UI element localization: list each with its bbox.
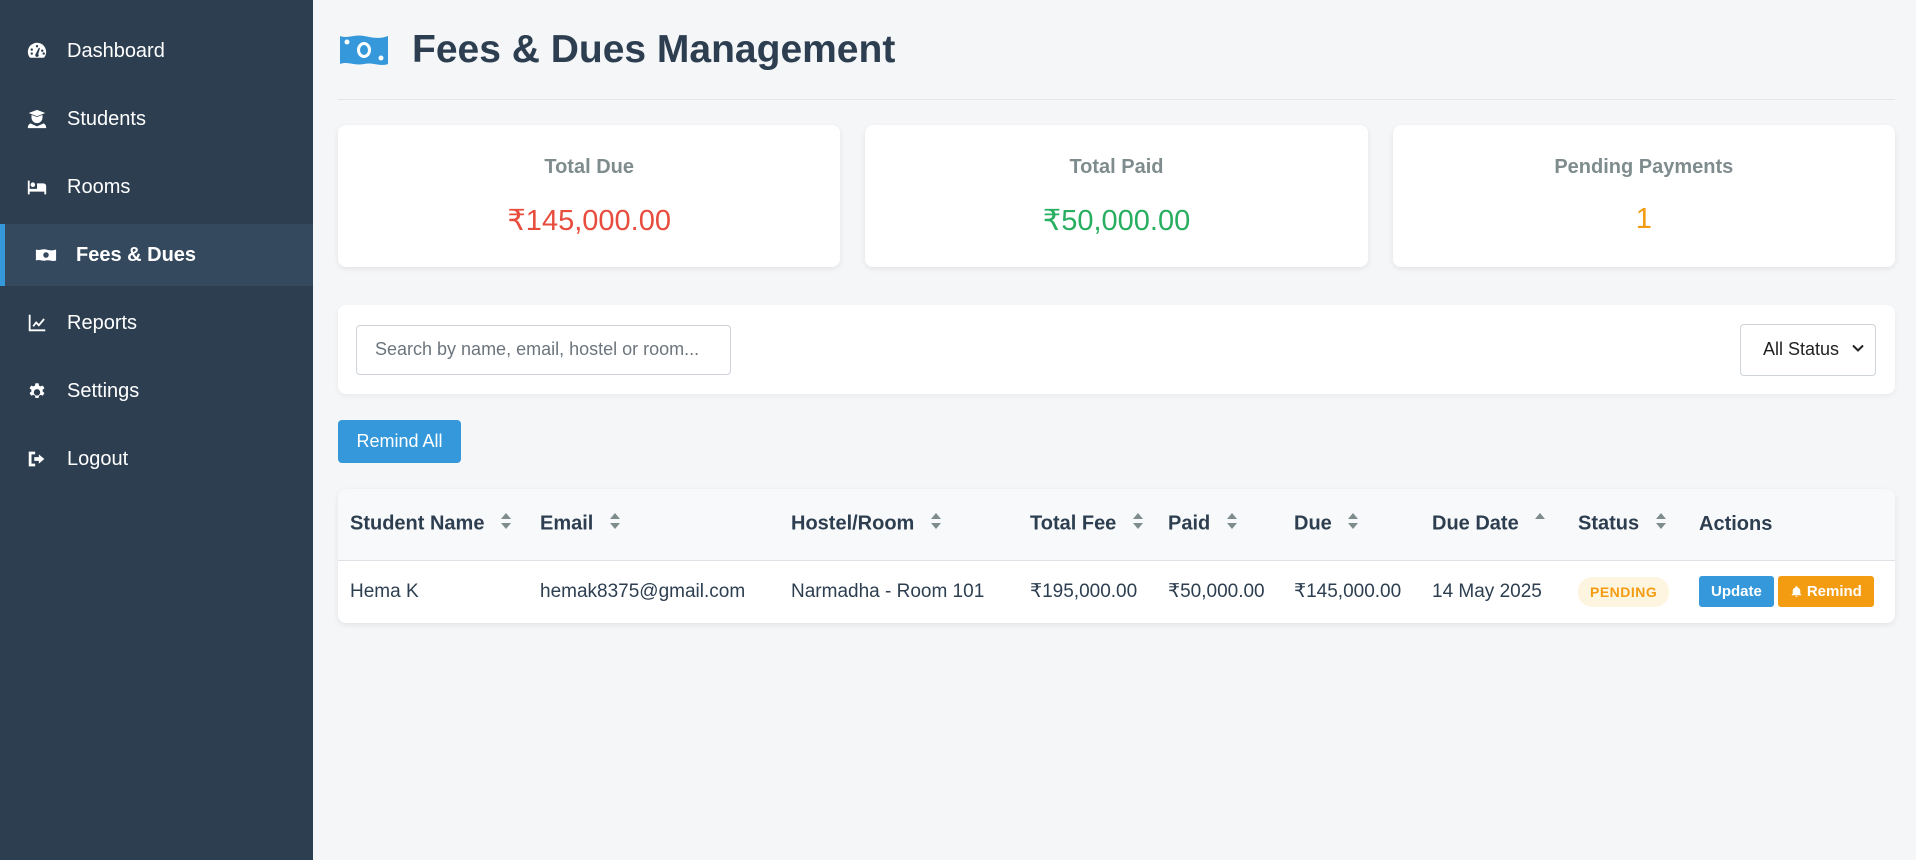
bell-icon <box>1791 586 1802 598</box>
column-header-email[interactable]: Email <box>528 489 779 561</box>
main-content: Fees & Dues Management Total Due ₹145,00… <box>313 0 1916 860</box>
total-paid-label: Total Paid <box>1069 156 1164 178</box>
money-bill-icon <box>338 32 390 68</box>
sidebar-item-fees-dues[interactable]: Fees & Dues <box>0 224 313 286</box>
column-header-paid[interactable]: Paid <box>1156 489 1282 561</box>
cell-actions: Update Remind <box>1687 560 1895 623</box>
column-header-total-fee[interactable]: Total Fee <box>1018 489 1156 561</box>
user-graduate-icon <box>25 107 49 131</box>
column-label: Actions <box>1699 512 1773 535</box>
remind-label: Remind <box>1806 583 1862 601</box>
pending-payments-card: Pending Payments 1 <box>1392 125 1895 267</box>
page-title: Fees & Dues Management <box>412 27 896 71</box>
cell-due: ₹145,000.00 <box>1294 581 1402 603</box>
total-paid-value: ₹50,000.00 <box>1042 205 1191 237</box>
update-button[interactable]: Update <box>1699 576 1774 608</box>
status-badge: PENDING <box>1578 576 1670 607</box>
column-header-hostel-room[interactable]: Hostel/Room <box>779 489 1018 561</box>
cell-total-fee: ₹195,000.00 <box>1030 581 1138 603</box>
column-label: Due Date <box>1432 512 1519 535</box>
column-label: Status <box>1578 512 1640 535</box>
column-label: Hostel/Room <box>791 512 915 535</box>
column-label: Paid <box>1168 512 1211 535</box>
pending-payments-value: 1 <box>1635 203 1652 235</box>
column-label: Email <box>540 512 594 535</box>
remind-all-button[interactable]: Remind All <box>338 420 461 463</box>
money-bill-icon <box>34 243 58 267</box>
sign-out-icon <box>25 447 49 471</box>
cell-email: hemak8375@gmail.com <box>540 580 746 602</box>
gear-icon <box>25 379 49 403</box>
column-label: Due <box>1294 512 1332 535</box>
sort-ascending-icon <box>1534 512 1546 536</box>
sidebar-item-label: Dashboard <box>67 39 165 62</box>
column-header-student-name[interactable]: Student Name <box>338 489 528 561</box>
sort-icon <box>1655 512 1667 536</box>
bed-icon <box>25 175 49 199</box>
column-header-due-date[interactable]: Due Date <box>1420 489 1566 561</box>
sort-icon <box>609 512 621 536</box>
fees-table: Student Name Email Hostel/Room Total Fee <box>338 489 1895 623</box>
sidebar-item-rooms[interactable]: Rooms <box>0 156 313 218</box>
sidebar-item-label: Settings <box>67 379 140 402</box>
pending-payments-label: Pending Payments <box>1554 156 1734 178</box>
cell-status: PENDING <box>1566 560 1687 623</box>
fees-table-container: Student Name Email Hostel/Room Total Fee <box>338 489 1895 623</box>
status-filter-select[interactable]: All Status <box>1740 323 1876 376</box>
sort-icon <box>1347 512 1359 536</box>
sidebar-item-label: Reports <box>67 311 138 334</box>
total-due-card: Total Due ₹145,000.00 <box>338 125 841 267</box>
sidebar-item-logout[interactable]: Logout <box>0 428 313 490</box>
sidebar-item-label: Students <box>67 107 146 130</box>
total-paid-card: Total Paid ₹50,000.00 <box>865 125 1368 267</box>
filter-bar: All Status <box>338 305 1895 394</box>
column-label: Student Name <box>350 512 485 535</box>
sidebar-item-dashboard[interactable]: Dashboard <box>0 20 313 82</box>
sidebar-item-reports[interactable]: Reports <box>0 292 313 354</box>
sidebar-item-settings[interactable]: Settings <box>0 360 313 422</box>
sidebar-item-label: Logout <box>67 447 129 470</box>
column-header-due[interactable]: Due <box>1282 489 1420 561</box>
sort-icon <box>930 512 942 536</box>
summary-cards: Total Due ₹145,000.00 Total Paid ₹50,000… <box>338 125 1895 267</box>
total-due-label: Total Due <box>544 156 634 178</box>
page-header: Fees & Dues Management <box>338 0 1895 100</box>
sort-icon <box>500 512 512 536</box>
chart-line-icon <box>25 311 49 335</box>
cell-due-date: 14 May 2025 <box>1432 580 1542 602</box>
status-filter-value: All Status <box>1763 339 1840 359</box>
table-header-row: Student Name Email Hostel/Room Total Fee <box>338 489 1895 561</box>
table-row: Hema K hemak8375@gmail.com Narmadha - Ro… <box>338 560 1895 623</box>
column-label: Total Fee <box>1030 512 1117 535</box>
sidebar-item-students[interactable]: Students <box>0 88 313 150</box>
chevron-down-icon <box>1851 339 1865 360</box>
tachometer-icon <box>25 39 49 63</box>
cell-paid: ₹50,000.00 <box>1168 581 1265 603</box>
search-input[interactable] <box>356 324 731 375</box>
sidebar-item-label: Rooms <box>67 175 131 198</box>
total-due-value: ₹145,000.00 <box>507 205 671 237</box>
cell-student-name: Hema K <box>350 580 419 602</box>
sidebar-item-label: Fees & Dues <box>76 243 197 266</box>
column-header-status[interactable]: Status <box>1566 489 1687 561</box>
cell-hostel-room: Narmadha - Room 101 <box>791 580 985 602</box>
sort-icon <box>1132 512 1144 536</box>
remind-button[interactable]: Remind <box>1777 576 1874 608</box>
column-header-actions: Actions <box>1687 489 1895 561</box>
sidebar: Dashboard Students Rooms Fees & Dues Rep… <box>0 0 313 860</box>
sort-icon <box>1226 512 1238 536</box>
